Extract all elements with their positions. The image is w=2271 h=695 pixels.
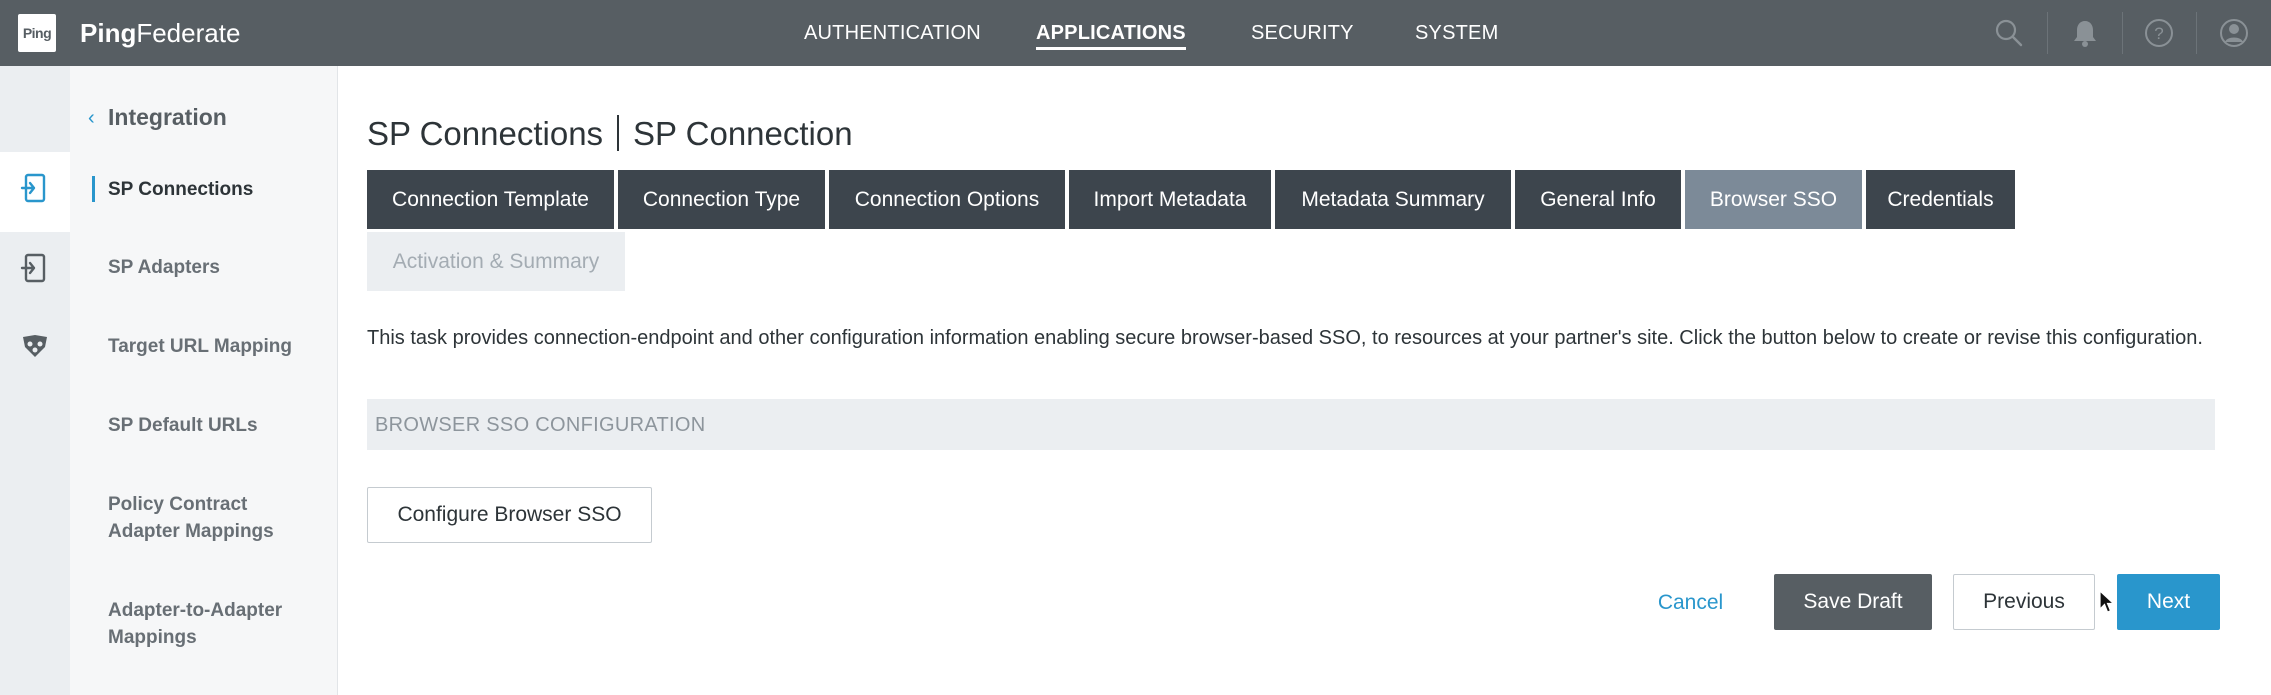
- breadcrumb-sp-connection: SP Connection: [633, 115, 853, 152]
- previous-button[interactable]: Previous: [1953, 574, 2095, 630]
- top-navigation: Ping PingFederate AUTHENTICATION APPLICA…: [0, 0, 2271, 66]
- active-item-marker: [92, 176, 95, 202]
- breadcrumb-sp-connections: SP Connections: [367, 115, 604, 152]
- svg-text:?: ?: [2154, 24, 2163, 43]
- sidebar-item-sp-default-urls[interactable]: SP Default URLs: [108, 412, 328, 439]
- icon-rail: [0, 66, 70, 695]
- configure-browser-sso-button[interactable]: Configure Browser SSO: [367, 487, 652, 543]
- help-icon[interactable]: ?: [2141, 15, 2177, 51]
- tab-general-info[interactable]: General Info: [1515, 170, 1681, 229]
- search-icon[interactable]: [1991, 15, 2027, 51]
- cancel-button[interactable]: Cancel: [1643, 575, 1738, 631]
- sp-adapters-icon[interactable]: [17, 250, 53, 286]
- title-separator: [617, 115, 620, 151]
- sidebar-item-sp-adapters[interactable]: SP Adapters: [108, 254, 328, 281]
- section-title: BROWSER SSO CONFIGURATION: [375, 414, 706, 436]
- nav-divider: [2196, 12, 2197, 54]
- tab-metadata-summary[interactable]: Metadata Summary: [1275, 170, 1511, 229]
- tab-activation-summary: Activation & Summary: [367, 232, 625, 291]
- tab-import-metadata[interactable]: Import Metadata: [1069, 170, 1271, 229]
- mouse-cursor-icon: [2099, 589, 2116, 619]
- back-to-integration[interactable]: Integration: [108, 104, 227, 131]
- sp-connections-icon[interactable]: [17, 170, 53, 206]
- bell-icon[interactable]: [2067, 15, 2103, 51]
- product-name: PingFederate: [80, 17, 240, 49]
- sidebar-item-sp-connections[interactable]: SP Connections: [108, 176, 328, 203]
- product-name-bold: Ping: [80, 18, 137, 48]
- network-icon[interactable]: [17, 328, 53, 364]
- user-icon[interactable]: [2216, 15, 2252, 51]
- section-header: BROWSER SSO CONFIGURATION: [367, 399, 2215, 450]
- tab-connection-options[interactable]: Connection Options: [829, 170, 1065, 229]
- save-draft-button[interactable]: Save Draft: [1774, 574, 1932, 630]
- next-button[interactable]: Next: [2117, 574, 2220, 630]
- nav-applications[interactable]: APPLICATIONS: [1036, 21, 1186, 50]
- nav-security[interactable]: SECURITY: [1251, 21, 1354, 45]
- page-title: SP Connections SP Connection: [367, 114, 853, 154]
- task-description: This task provides connection-endpoint a…: [367, 327, 2203, 349]
- sidebar-item-adapter-to-adapter-mappings[interactable]: Adapter-to-Adapter Mappings: [108, 597, 308, 651]
- nav-divider: [2047, 12, 2048, 54]
- nav-authentication[interactable]: AUTHENTICATION: [804, 21, 981, 45]
- sidebar-item-policy-contract-adapter-mappings[interactable]: Policy Contract Adapter Mappings: [108, 491, 308, 545]
- nav-system[interactable]: SYSTEM: [1415, 21, 1498, 45]
- tab-connection-type[interactable]: Connection Type: [618, 170, 825, 229]
- ping-logo: Ping: [18, 14, 56, 52]
- product-name-light: Federate: [136, 18, 241, 48]
- sidebar-item-target-url-mapping[interactable]: Target URL Mapping: [108, 333, 328, 360]
- tab-connection-template[interactable]: Connection Template: [367, 170, 614, 229]
- chevron-left-icon[interactable]: ‹: [88, 107, 95, 130]
- nav-divider: [2122, 12, 2123, 54]
- tab-browser-sso[interactable]: Browser SSO: [1685, 170, 1862, 229]
- tab-credentials[interactable]: Credentials: [1866, 170, 2015, 229]
